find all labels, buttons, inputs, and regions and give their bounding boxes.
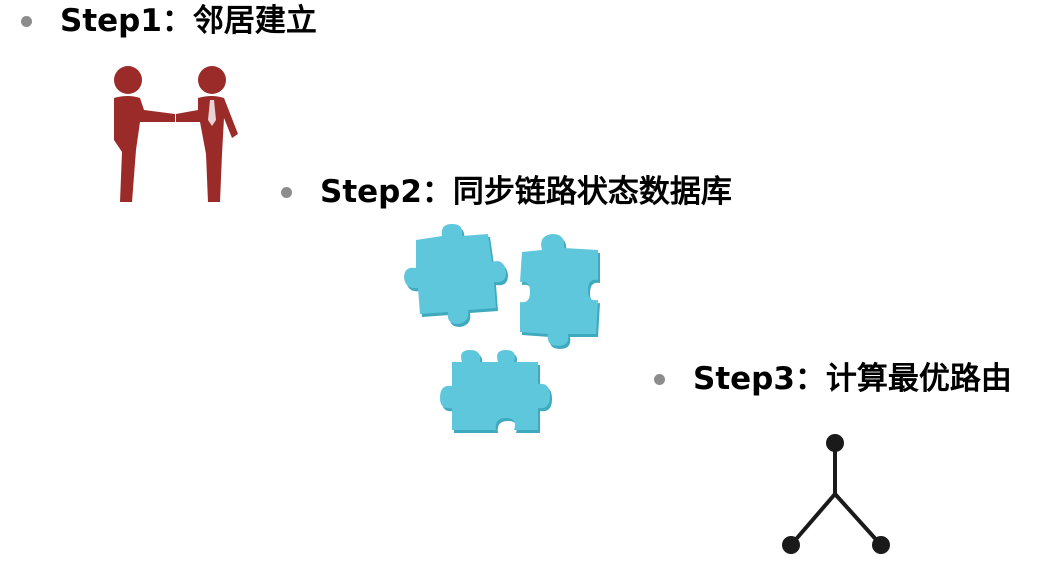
step-2-heading: Step2：同步链路状态数据库 xyxy=(281,177,732,208)
puzzle-piece-icon xyxy=(440,350,552,433)
step-1-heading: Step1：邻居建立 xyxy=(21,6,317,37)
bullet-icon xyxy=(21,16,32,27)
bullet-icon xyxy=(281,187,292,198)
slide-canvas: Step1：邻居建立 Step2：同步链路状态数据库 Step3：计算最优路由 xyxy=(0,0,1053,561)
tree-left-node xyxy=(782,536,800,554)
step-3-heading: Step3：计算最优路由 xyxy=(654,364,1012,395)
tree-edge xyxy=(833,492,883,547)
step-1-label: Step1：邻居建立 xyxy=(60,3,317,39)
tree-graph-icon xyxy=(782,434,890,554)
tree-root-node xyxy=(826,434,844,452)
puzzle-piece-icon xyxy=(520,234,600,349)
step-2-label: Step2：同步链路状态数据库 xyxy=(320,174,732,210)
puzzle-pieces-icon xyxy=(404,224,600,433)
tree-right-node xyxy=(872,536,890,554)
puzzle-piece-icon xyxy=(404,224,508,327)
tree-edge xyxy=(789,492,837,547)
handshake-icon xyxy=(114,66,238,202)
step-3-label: Step3：计算最优路由 xyxy=(693,361,1012,397)
bullet-icon xyxy=(654,374,665,385)
